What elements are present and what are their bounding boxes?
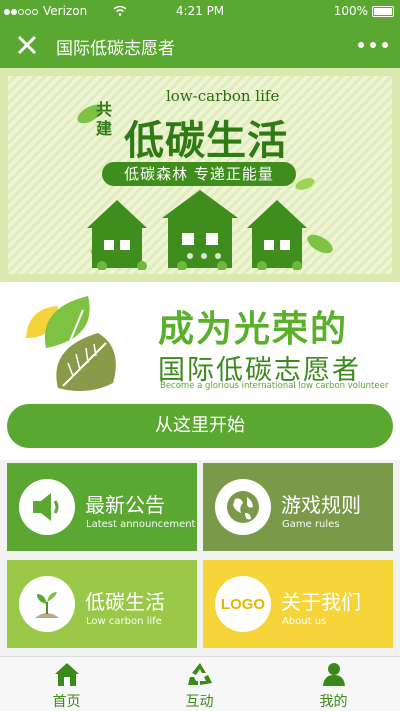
leaves-logo bbox=[26, 296, 116, 392]
battery-icon bbox=[372, 5, 394, 17]
tab-mine[interactable]: 我的 bbox=[267, 657, 400, 711]
tile-subtitle: Latest announcement bbox=[86, 519, 196, 530]
tile-about-us[interactable]: LOGO 关于我们 About us bbox=[203, 560, 393, 648]
status-bar: Verizon 4:21 PM 100% bbox=[0, 0, 400, 22]
banner-main-text: 低碳生活 bbox=[124, 118, 288, 164]
tile-title: 最新公告 bbox=[85, 493, 165, 517]
tab-interact[interactable]: 互动 bbox=[133, 657, 266, 711]
close-icon[interactable] bbox=[14, 32, 40, 58]
sprout-icon bbox=[19, 576, 75, 632]
nav-bar: 国际低碳志愿者 bbox=[0, 22, 400, 68]
tile-subtitle: Game rules bbox=[282, 519, 340, 530]
more-icon[interactable] bbox=[358, 34, 388, 56]
recycle-icon bbox=[188, 663, 212, 685]
tab-label: 互动 bbox=[185, 694, 214, 710]
globe-icon bbox=[215, 479, 271, 535]
banner[interactable]: low-carbon life 共建 低碳生活 低碳森林 专递正能量 bbox=[0, 68, 400, 282]
start-section: 从这里开始 bbox=[0, 402, 400, 460]
hero-section: 成为光荣的 国际低碳志愿者 Become a glorious internat… bbox=[0, 282, 400, 402]
logo-text: LOGO bbox=[220, 595, 266, 613]
tile-title: 低碳生活 bbox=[85, 590, 165, 614]
tile-subtitle: About us bbox=[282, 616, 327, 627]
battery-group: 100% bbox=[334, 4, 394, 18]
speaker-icon bbox=[19, 479, 75, 535]
banner-pill: 低碳森林 专递正能量 bbox=[102, 162, 296, 186]
tab-label: 我的 bbox=[319, 694, 348, 710]
tile-title: 游戏规则 bbox=[281, 493, 361, 517]
banner-pagination[interactable] bbox=[187, 253, 221, 259]
hero-english: Become a glorious international low carb… bbox=[160, 381, 389, 391]
tile-subtitle: Low carbon life bbox=[86, 616, 162, 627]
banner-small-text: 共建 bbox=[96, 100, 113, 138]
tile-game-rules[interactable]: 游戏规则 Game rules bbox=[203, 463, 393, 551]
battery-percent: 100% bbox=[333, 4, 368, 18]
nav-title: 国际低碳志愿者 bbox=[56, 39, 175, 59]
tab-label: 首页 bbox=[52, 694, 81, 710]
user-icon bbox=[323, 663, 345, 686]
tile-announcement[interactable]: 最新公告 Latest announcement bbox=[7, 463, 197, 551]
hero-title: 成为光荣的 bbox=[158, 309, 349, 350]
tab-bar: 首页 互动 我的 bbox=[0, 656, 400, 711]
banner-english-title: low-carbon life bbox=[166, 87, 280, 105]
tile-title: 关于我们 bbox=[281, 590, 361, 614]
tile-low-carbon-life[interactable]: 低碳生活 Low carbon life bbox=[7, 560, 197, 648]
tab-home[interactable]: 首页 bbox=[0, 657, 133, 711]
start-button[interactable]: 从这里开始 bbox=[7, 404, 393, 448]
home-icon bbox=[55, 663, 79, 686]
logo-icon: LOGO bbox=[215, 576, 271, 632]
